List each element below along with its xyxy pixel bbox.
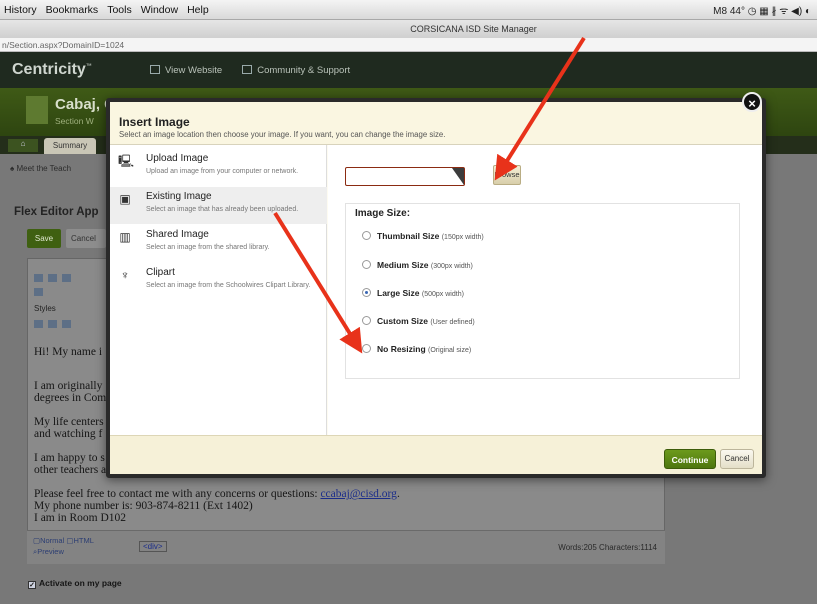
annotation-arrows	[273, 36, 586, 354]
arrow-to-browse	[494, 36, 586, 181]
arrow-to-no-resizing	[273, 211, 363, 354]
